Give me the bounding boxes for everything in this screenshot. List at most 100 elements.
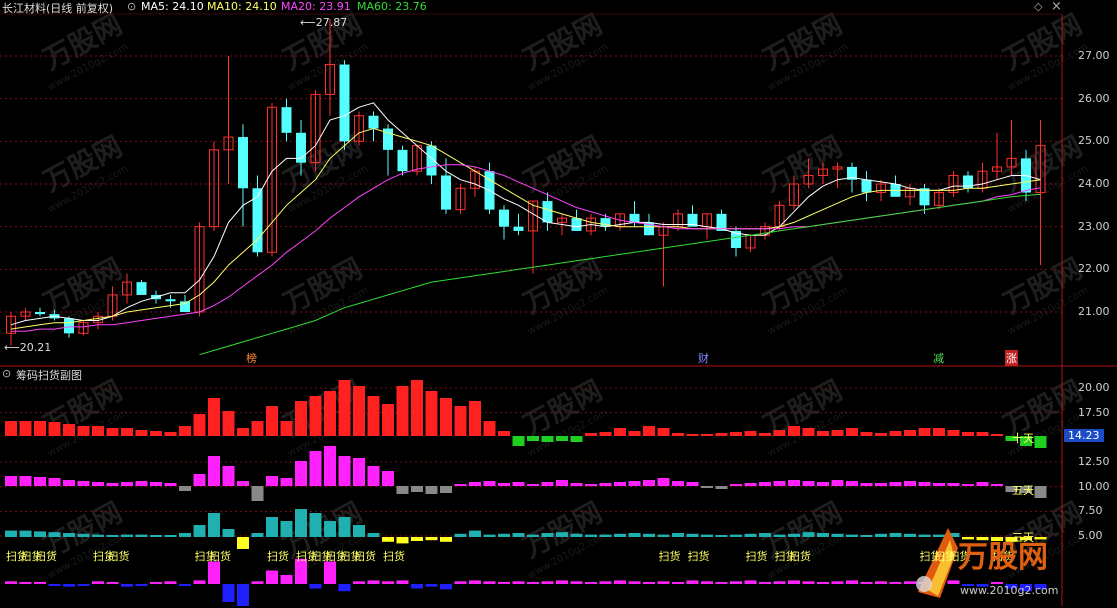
candle-body-down: [571, 218, 582, 231]
candle-body-down: [542, 201, 553, 223]
bar-five-day: [454, 484, 467, 486]
bar-scan: [831, 581, 844, 584]
settings-icon[interactable]: ◇: [1034, 0, 1042, 13]
bar-five-day: [918, 482, 931, 486]
stock-chart-window: 万股网 www.2010g2.com 万股网 www.2010g2.com 万股网 www…: [0, 0, 1117, 608]
bar-three-day: [121, 534, 133, 537]
candle-body-down: [339, 64, 350, 142]
bar-three-day: [701, 534, 713, 537]
bar-ten-day: [730, 432, 742, 436]
bar-ten-day: [614, 428, 626, 436]
bar-five-day: [672, 481, 684, 486]
bar-three-day: [469, 530, 481, 537]
bar-scan: [483, 581, 496, 584]
band-label-five-day: 五天: [1012, 484, 1034, 497]
bar-three-day: [367, 533, 380, 537]
bar-five-day: [962, 484, 974, 486]
bar-scan: [498, 582, 510, 584]
bar-five-day: [817, 482, 829, 486]
ma5-label: MA5: 24.10: [141, 0, 204, 13]
bar-five-day: [324, 446, 336, 486]
price-tick-label: 22.00: [1078, 262, 1110, 276]
bar-scan: [63, 584, 75, 587]
bar-five-day: [730, 484, 742, 486]
bar-five-day: [179, 486, 191, 491]
bar-ten-day: [367, 396, 380, 436]
event-tag-jian[interactable]: 减: [933, 350, 944, 366]
bar-scan: [947, 580, 960, 584]
bar-ten-day: [135, 430, 148, 436]
bar-five-day: [831, 480, 844, 486]
bar-scan: [701, 581, 713, 584]
bar-five-day: [643, 480, 655, 486]
bar-scan: [599, 581, 612, 584]
bar-five-day: [208, 456, 220, 486]
bar-ten-day: [5, 421, 17, 436]
bar-five-day: [904, 481, 916, 486]
bar-three-day: [19, 530, 32, 537]
bar-five-day: [933, 483, 945, 486]
bar-five-day: [483, 481, 496, 486]
bar-three-day: [411, 537, 423, 541]
bar-three-day: [237, 537, 249, 549]
bar-scan: [846, 580, 858, 584]
bar-ten-day: [295, 401, 307, 436]
candle-body-down: [165, 299, 176, 302]
bar-three-day: [280, 521, 293, 537]
bar-scan: [338, 584, 351, 592]
bar-three-day: [744, 533, 757, 537]
bar-scan: [889, 582, 902, 584]
price-tick-label: 24.00: [1078, 177, 1110, 190]
bar-three-day: [77, 533, 90, 537]
bar-five-day: [715, 486, 728, 489]
ma10-label: MA10: 24.10: [207, 0, 277, 13]
bar-three-day: [860, 535, 873, 537]
bar-ten-day: [817, 431, 829, 436]
indicator-dropdown-icon[interactable]: ⊙: [127, 0, 136, 13]
close-icon[interactable]: ×: [1051, 0, 1062, 14]
sub-indicator-dropdown-icon[interactable]: ⊙: [2, 367, 11, 380]
bar-scan: [715, 582, 728, 584]
bar-five-day: [744, 483, 757, 486]
bar-five-day: [657, 478, 670, 486]
event-tag-bang[interactable]: 榜: [246, 350, 257, 366]
sub-tick-label: 5.00: [1078, 529, 1103, 542]
bar-scan: [353, 581, 365, 584]
sub-indicator-title: 筹码扫货副图: [16, 369, 82, 382]
candle-body-down: [136, 282, 147, 295]
price-tick-label: 23.00: [1078, 219, 1110, 233]
bar-five-day: [440, 486, 452, 493]
bar-ten-day: [744, 431, 757, 436]
bar-ten-day: [498, 431, 510, 436]
bar-three-day: [295, 509, 307, 537]
bar-ten-day: [962, 432, 974, 436]
bar-ten-day: [309, 396, 322, 436]
event-tag-cai[interactable]: 财: [698, 350, 709, 366]
bar-three-day: [918, 534, 931, 537]
scan-label: 扫货: [383, 550, 405, 563]
bar-scan: [48, 584, 61, 586]
bar-three-day: [34, 531, 46, 537]
bar-five-day: [135, 481, 148, 486]
bar-scan: [396, 580, 409, 584]
bar-three-day: [135, 534, 148, 537]
bar-five-day: [309, 451, 322, 486]
candle-body-down: [629, 213, 640, 223]
event-tag-zhang[interactable]: 涨: [1005, 350, 1018, 366]
chart-canvas: 万股网www.2010g2.com 万股网www.2010g2.com 万股网www…: [0, 0, 1117, 608]
bar-three-day: [266, 517, 278, 537]
candle-body-down: [441, 175, 451, 210]
bar-ten-day: [193, 414, 206, 436]
bar-three-day: [933, 534, 945, 537]
high-price-annotation: ⟵27.87: [300, 16, 348, 29]
bar-ten-day: [77, 426, 90, 436]
bar-three-day: [353, 525, 365, 537]
bar-scan: [527, 582, 539, 584]
bar-ten-day: [237, 428, 249, 436]
watermark-url: www.2010g2.com: [960, 584, 1059, 597]
bar-scan: [672, 582, 684, 584]
sub-tick-label: 12.50: [1078, 455, 1110, 468]
bar-ten-day: [846, 428, 858, 436]
bar-scan: [730, 581, 742, 584]
scan-label: 扫货: [789, 550, 811, 563]
